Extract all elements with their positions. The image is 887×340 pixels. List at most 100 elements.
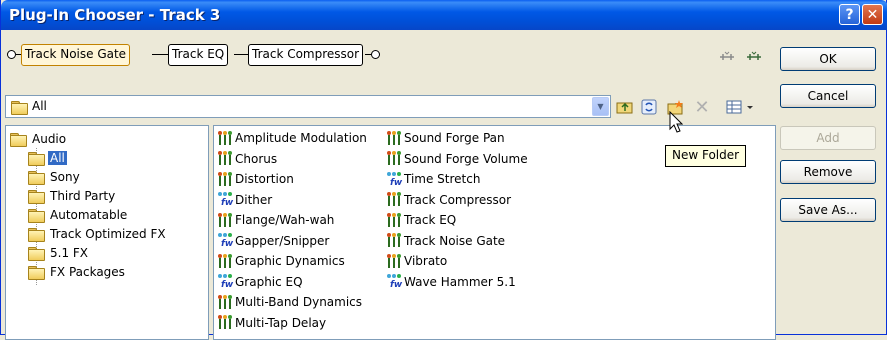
plugin-chain: Track Noise Gate Track EQ Track Compress…	[7, 44, 380, 66]
category-tree[interactable]: Audio All Sony Third Party Automatable T…	[5, 125, 209, 340]
folder-icon	[28, 209, 45, 223]
tree-item-sony[interactable]: Sony	[28, 168, 82, 186]
plugin-item[interactable]: fw Time Stretch	[386, 170, 480, 188]
plugin-item-label: Sound Forge Pan	[404, 131, 505, 145]
plugin-icon	[386, 212, 403, 228]
chain-item-track-eq[interactable]: Track EQ	[168, 44, 229, 66]
folder-icon	[28, 190, 45, 204]
new-folder-tooltip: New Folder	[665, 145, 747, 167]
plugin-item-label: Track Compressor	[404, 192, 512, 207]
tree-item-third-party[interactable]: Third Party	[28, 187, 117, 205]
plugin-item[interactable]: Flange/Wah-wah	[217, 211, 334, 229]
plugin-item-label: Track EQ	[404, 213, 457, 227]
plugin-item[interactable]: Multi-Tap Delay	[217, 314, 326, 332]
plugin-item[interactable]: Distortion	[217, 170, 294, 188]
plugin-item[interactable]: Track EQ	[386, 211, 456, 229]
cancel-button[interactable]: Cancel	[780, 84, 876, 108]
dx-plugin-icon: fw	[217, 274, 234, 290]
plugin-item-label: Graphic EQ	[235, 274, 303, 289]
plugin-icon	[386, 151, 403, 166]
plugin-icon	[217, 151, 234, 166]
close-button[interactable]: ✕	[862, 4, 883, 25]
plugin-item-label: Amplitude Modulation	[235, 131, 367, 145]
plugin-chooser-window: Plug-In Chooser - Track 3 ? ✕ Track Nois…	[0, 0, 887, 340]
plugin-item-label: Time Stretch	[404, 172, 481, 186]
plugin-icon	[386, 192, 403, 207]
ok-button[interactable]: OK	[780, 47, 876, 71]
plugin-item-label: Graphic Dynamics	[235, 254, 345, 268]
tree-item-label: Automatable	[50, 208, 128, 222]
chain-connector	[234, 54, 248, 55]
plugin-item[interactable]: Vibrato	[386, 252, 447, 270]
folder-icon	[28, 266, 45, 280]
plugin-icon	[386, 233, 403, 248]
chain-item-track-compressor[interactable]: Track Compressor	[248, 44, 364, 66]
plugin-item-label: Chorus	[235, 151, 278, 166]
plugin-item[interactable]: Multi-Band Dynamics	[217, 293, 362, 311]
mouse-cursor-icon	[669, 110, 684, 136]
move-right-icon[interactable]	[745, 50, 763, 67]
remove-button[interactable]: Remove	[780, 160, 876, 184]
plugin-item[interactable]: Track Compressor	[386, 191, 511, 209]
folder-icon	[10, 133, 27, 147]
tree-item-label: Track Optimized FX	[50, 227, 166, 241]
delete-icon[interactable]: ✕	[692, 97, 712, 118]
plugin-icon	[386, 130, 403, 146]
plugin-icon	[217, 171, 234, 187]
tree-item-label: All	[48, 151, 67, 165]
plugin-item-label: Distortion	[235, 172, 294, 186]
tree-item-label: FX Packages	[50, 265, 125, 279]
plugin-item[interactable]: Sound Forge Volume	[386, 150, 528, 168]
view-options-icon[interactable]	[725, 98, 755, 116]
plugin-item-label: Vibrato	[404, 254, 448, 268]
dx-plugin-icon: fw	[217, 192, 234, 208]
plugin-item-label: Dither	[235, 192, 273, 207]
plugin-item-label: Multi-Band Dynamics	[235, 295, 363, 309]
add-button[interactable]: Add	[780, 126, 876, 150]
chevron-down-icon[interactable]: ▼	[592, 97, 609, 116]
up-folder-icon[interactable]	[615, 98, 635, 116]
tree-item-fx-packages[interactable]: FX Packages	[28, 263, 127, 281]
plugin-item[interactable]: Chorus	[217, 150, 277, 168]
chain-connector	[152, 54, 168, 55]
dx-plugin-icon: fw	[217, 233, 234, 249]
plugin-item-label: Track Noise Gate	[404, 233, 506, 248]
plugin-item-label: Multi-Tap Delay	[235, 315, 327, 330]
tree-item-automatable[interactable]: Automatable	[28, 206, 129, 224]
tree-item-audio[interactable]: Audio	[10, 130, 68, 148]
plugin-item[interactable]: Graphic Dynamics	[217, 252, 345, 270]
refresh-icon[interactable]	[639, 98, 659, 116]
plugin-icon	[217, 294, 234, 310]
plugin-icon	[386, 253, 403, 269]
dx-plugin-icon: fw	[386, 171, 403, 188]
location-value: All	[32, 99, 47, 113]
tree-item-track-optimized-fx[interactable]: Track Optimized FX	[28, 225, 168, 243]
plugin-item[interactable]: fw Graphic EQ	[217, 273, 303, 291]
plugin-item-label: Gapper/Snipper	[235, 233, 330, 248]
tree-item-5-1-fx[interactable]: 5.1 FX	[28, 244, 90, 262]
plugin-item-label: Sound Forge Volume	[404, 151, 528, 166]
folder-icon	[11, 101, 28, 115]
folder-icon	[28, 152, 45, 166]
tree-item-label: 5.1 FX	[50, 246, 89, 260]
plugin-item-label: Wave Hammer 5.1	[404, 274, 516, 289]
help-button[interactable]: ?	[839, 4, 860, 25]
chain-end-dot	[371, 50, 380, 59]
folder-icon	[28, 171, 45, 185]
move-left-icon[interactable]	[718, 50, 736, 67]
tree-item-label: Audio	[32, 132, 67, 146]
plugin-item[interactable]: Track Noise Gate	[386, 232, 505, 250]
title-bar[interactable]: Plug-In Chooser - Track 3 ? ✕	[1, 0, 887, 30]
plugin-item-label: Flange/Wah-wah	[235, 213, 335, 227]
location-combo[interactable]: All ▼	[5, 95, 611, 118]
chain-item-track-noise-gate[interactable]: Track Noise Gate	[21, 44, 131, 66]
dx-plugin-icon: fw	[386, 274, 403, 290]
plugin-item[interactable]: fw Gapper/Snipper	[217, 232, 329, 250]
plugin-item[interactable]: Sound Forge Pan	[386, 129, 505, 147]
folder-icon	[28, 228, 45, 242]
save-as-button[interactable]: Save As...	[780, 198, 876, 222]
plugin-item[interactable]: fw Wave Hammer 5.1	[386, 273, 516, 291]
plugin-item[interactable]: Amplitude Modulation	[217, 129, 367, 147]
plugin-item[interactable]: fw Dither	[217, 191, 272, 209]
tree-item-all[interactable]: All	[28, 149, 67, 167]
